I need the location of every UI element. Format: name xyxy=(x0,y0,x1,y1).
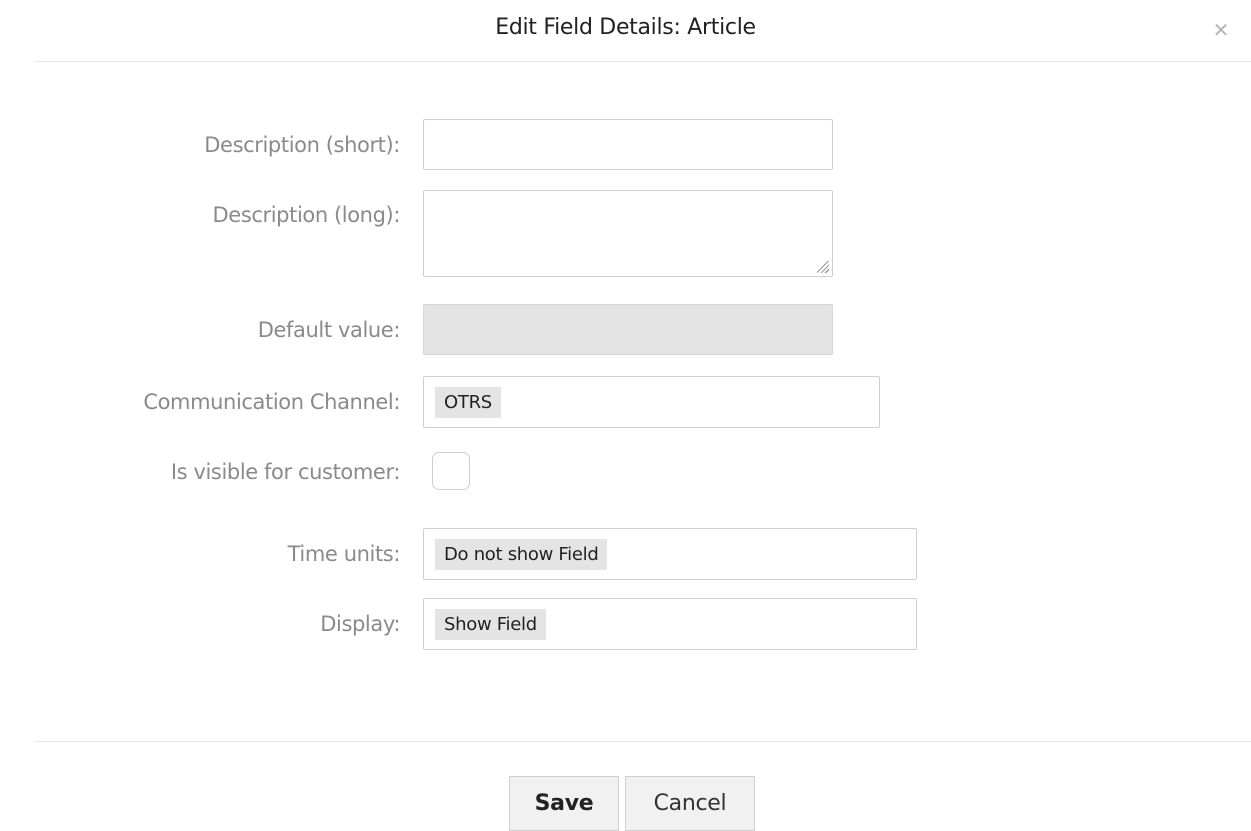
footer-divider xyxy=(34,741,1251,742)
header-divider xyxy=(34,61,1251,62)
save-button[interactable]: Save xyxy=(509,776,619,831)
communication-channel-value: OTRS xyxy=(435,387,501,418)
visible-for-customer-checkbox[interactable] xyxy=(432,452,470,490)
description-long-label: Description (long): xyxy=(212,203,401,227)
communication-channel-select[interactable]: OTRS xyxy=(423,376,880,428)
default-value-label: Default value: xyxy=(257,318,401,342)
display-label: Display: xyxy=(320,612,400,636)
description-short-input[interactable] xyxy=(423,119,833,170)
close-icon[interactable]: ✕ xyxy=(1209,18,1233,42)
default-value-input xyxy=(423,304,833,355)
display-select[interactable]: Show Field xyxy=(423,598,917,650)
description-short-label: Description (short): xyxy=(204,133,400,157)
time-units-select[interactable]: Do not show Field xyxy=(423,528,917,580)
time-units-value: Do not show Field xyxy=(435,539,608,570)
resize-grip-icon[interactable] xyxy=(817,261,829,273)
description-long-textarea[interactable] xyxy=(423,190,833,277)
display-value: Show Field xyxy=(435,609,546,640)
dialog-title: Edit Field Details: Article xyxy=(495,15,756,40)
cancel-button[interactable]: Cancel xyxy=(625,776,755,831)
communication-channel-label: Communication Channel: xyxy=(143,390,400,414)
time-units-label: Time units: xyxy=(287,542,401,566)
visible-for-customer-label: Is visible for customer: xyxy=(170,460,401,484)
